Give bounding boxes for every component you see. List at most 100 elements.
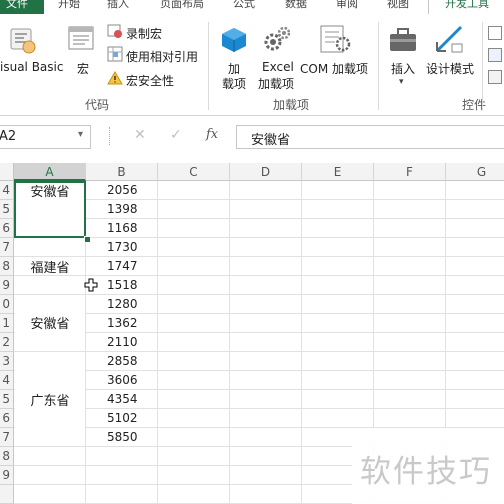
gridline — [14, 332, 504, 333]
watermark: 软件技巧 — [352, 428, 504, 504]
gridline — [157, 181, 158, 504]
row-header[interactable]: 5 — [0, 200, 14, 219]
insert-function-button[interactable]: fx — [206, 127, 218, 142]
macro-security-button[interactable]: 宏安全性 — [126, 72, 174, 89]
com-addins-icon — [318, 24, 352, 54]
cell-b[interactable]: 3606 — [107, 373, 138, 387]
row-header[interactable]: 7 — [0, 238, 14, 257]
column-header-d[interactable]: D — [230, 163, 302, 181]
cell-a-group[interactable]: 安徽省 — [15, 295, 85, 351]
tab-view[interactable]: 视图 — [387, 0, 409, 14]
properties-icon[interactable] — [488, 26, 502, 40]
cell-b[interactable]: 1280 — [107, 297, 138, 311]
group-label-addins: 加载项 — [273, 98, 310, 112]
tab-file[interactable]: 文件 — [0, 0, 44, 14]
design-mode-button[interactable]: 设计模式 — [426, 60, 474, 77]
row-header[interactable]: 3 — [0, 352, 14, 371]
fill-handle[interactable] — [84, 236, 91, 243]
addins-icon — [220, 26, 248, 54]
record-macro-button[interactable]: 录制宏 — [126, 25, 162, 42]
row-header[interactable]: 9 — [0, 276, 14, 295]
cell-b[interactable]: 1398 — [107, 202, 138, 216]
cell-b[interactable]: 1362 — [107, 316, 138, 330]
row-header[interactable]: 0 — [0, 295, 14, 314]
column-header-f[interactable]: F — [374, 163, 446, 181]
cell-a-group[interactable]: 广东省 — [15, 352, 85, 446]
column-header-e[interactable]: E — [302, 163, 374, 181]
name-box[interactable]: A2 ▾ — [0, 125, 91, 149]
gear-icon — [262, 24, 292, 54]
row-header[interactable]: 6 — [0, 219, 14, 238]
select-all-corner[interactable] — [0, 163, 14, 181]
cancel-icon[interactable]: ✕ — [134, 127, 146, 143]
view-code-icon[interactable] — [488, 48, 502, 62]
design-mode-icon — [434, 24, 466, 54]
group-separator — [208, 22, 209, 110]
cell-text: 福建省 — [30, 261, 70, 276]
formula-input[interactable]: 安徽省 — [236, 125, 504, 149]
visual-basic-button[interactable]: isual Basic — [0, 60, 63, 74]
cell-text: 广东省 — [30, 394, 70, 409]
cell-b[interactable]: 1518 — [107, 278, 138, 292]
insert-control-button[interactable]: 插入 — [391, 60, 415, 77]
cursor-icon — [84, 277, 98, 292]
tab-formulas[interactable]: 公式 — [233, 0, 255, 14]
gridline — [14, 408, 504, 409]
cell-b[interactable]: 1747 — [107, 259, 138, 273]
row-header[interactable]: 1 — [0, 314, 14, 333]
cell-b[interactable]: 2056 — [107, 183, 138, 197]
chevron-down-icon[interactable]: ▾ — [78, 129, 83, 140]
formula-bar-grip — [109, 127, 112, 145]
cell-b[interactable]: 1730 — [107, 240, 138, 254]
excel-addins-button-line2[interactable]: 加载项 — [258, 75, 294, 92]
run-dialog-icon[interactable] — [488, 70, 502, 84]
relative-reference-button[interactable]: 使用相对引用 — [126, 48, 198, 65]
excel-addins-button-line1[interactable]: Excel — [262, 60, 294, 74]
chevron-down-icon[interactable]: ▾ — [399, 77, 404, 87]
tab-insert[interactable]: 插入 — [107, 0, 129, 14]
cell-b[interactable]: 4354 — [107, 392, 138, 406]
gridline — [229, 181, 230, 504]
group-separator — [482, 22, 483, 110]
ribbon-panel: isual Basic 宏 录制宏 使用相对引用 宏安全性 代码 加 载项 Ex… — [0, 14, 504, 116]
gridline — [14, 351, 504, 352]
gridline — [14, 275, 504, 276]
tab-review[interactable]: 审阅 — [336, 0, 358, 14]
tab-home[interactable]: 开始 — [58, 0, 80, 14]
column-header-b[interactable]: B — [86, 163, 158, 181]
row-header[interactable] — [0, 485, 14, 504]
cell-b[interactable]: 5102 — [107, 411, 138, 425]
enter-icon[interactable]: ✓ — [170, 127, 182, 143]
formula-input-value: 安徽省 — [251, 133, 291, 148]
gridline — [14, 218, 504, 219]
warning-icon — [107, 70, 123, 86]
row-header[interactable]: 4 — [0, 371, 14, 390]
column-header-a[interactable]: A — [14, 163, 86, 181]
cell-b[interactable]: 1168 — [107, 221, 138, 235]
row-header[interactable]: 4 — [0, 181, 14, 200]
column-header-g[interactable]: G — [446, 163, 504, 181]
row-header[interactable]: 2 — [0, 333, 14, 352]
addins-button-line2[interactable]: 载项 — [222, 75, 246, 92]
macros-button[interactable]: 宏 — [77, 60, 89, 77]
com-addins-button[interactable]: COM 加载项 — [300, 60, 368, 77]
visual-basic-icon — [7, 26, 41, 56]
row-header[interactable]: 8 — [0, 447, 14, 466]
row-header[interactable]: 6 — [0, 409, 14, 428]
row-header[interactable]: 7 — [0, 428, 14, 447]
row-header[interactable]: 8 — [0, 257, 14, 276]
cell-a-group[interactable]: 福建省 — [15, 238, 85, 276]
macros-icon — [66, 24, 96, 54]
column-header-c[interactable]: C — [158, 163, 230, 181]
cell-b[interactable]: 5850 — [107, 430, 138, 444]
cell-b[interactable]: 2858 — [107, 354, 138, 368]
row-header[interactable]: 9 — [0, 466, 14, 485]
tab-developer[interactable]: 开发工具 — [428, 0, 504, 14]
tab-data[interactable]: 数据 — [285, 0, 307, 14]
gridline — [14, 294, 504, 295]
relative-reference-icon — [107, 46, 123, 62]
group-separator — [378, 22, 379, 110]
cell-b[interactable]: 2110 — [107, 335, 138, 349]
row-header[interactable]: 5 — [0, 390, 14, 409]
tab-page-layout[interactable]: 页面布局 — [160, 0, 204, 14]
